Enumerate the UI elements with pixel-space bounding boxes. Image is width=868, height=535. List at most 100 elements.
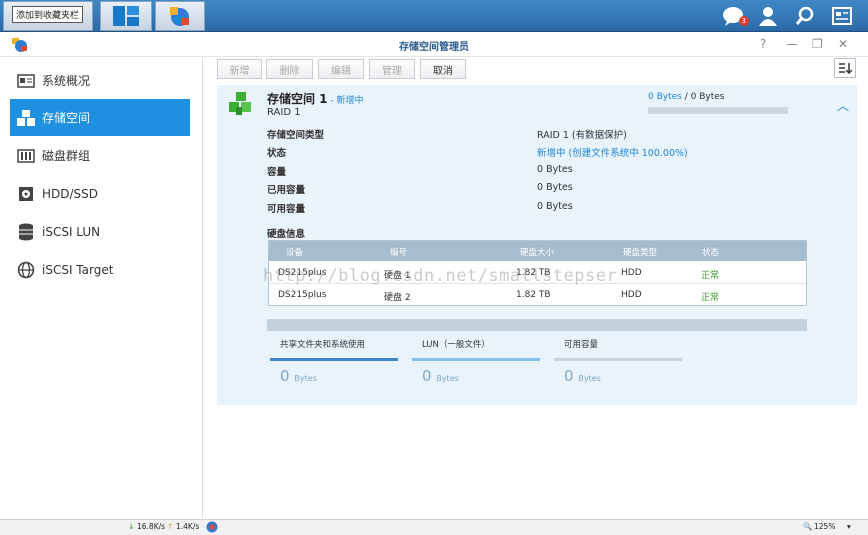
detail-value: 0 Bytes: [537, 182, 573, 193]
browser-statusbar: ↓ 16.8K/s ↑ 1.4K/s 🔍 125% ▾: [0, 519, 868, 535]
cell-device: DS215plus: [278, 290, 327, 300]
zoom-icon: 🔍: [803, 522, 813, 531]
sidebar-item-label: 系统概况: [42, 74, 91, 88]
sidebar-item-label: HDD/SSD: [42, 186, 99, 201]
status-link[interactable]: 新增中 (创建文件系统中 100.00%): [537, 145, 688, 159]
detail-label: 已用容量: [267, 185, 306, 196]
collapse-chevron-icon[interactable]: ︿: [837, 97, 849, 114]
detail-label: 状态: [267, 148, 287, 159]
usage-lun: LUN（一般文件） 0 Bytes: [412, 338, 540, 394]
zoom-level[interactable]: 125%: [814, 522, 835, 531]
column-header: 状态: [702, 248, 720, 258]
volume-name: 存储空间 1: [267, 92, 328, 106]
volume-raid-type: RAID 1: [267, 107, 301, 118]
create-button[interactable]: 新增: [217, 59, 262, 79]
disk-info-title: 硬盘信息: [267, 229, 306, 240]
usage-label: 共享文件夹和系统使用: [280, 340, 366, 350]
favorites-tooltip: 添加到收藏夹栏: [12, 6, 84, 23]
zoom-dropdown-icon[interactable]: ▾: [847, 522, 851, 531]
package-center-icon: [113, 6, 139, 26]
sidebar-item-iscsi-target[interactable]: iSCSI Target: [10, 251, 190, 288]
watermark-text: http://blog.csdn.net/smallstepser: [263, 266, 618, 286]
download-arrow-icon: ↓: [128, 522, 135, 531]
usage-label: LUN（一般文件）: [422, 340, 490, 350]
delete-button[interactable]: 删除: [266, 59, 313, 79]
usage-number: 0: [564, 367, 574, 385]
widgets-icon[interactable]: [830, 4, 854, 28]
usage-color-line: [270, 358, 398, 361]
usage-label: 可用容量: [564, 340, 599, 350]
search-icon[interactable]: [793, 4, 817, 28]
notifications-icon[interactable]: 3: [721, 4, 749, 28]
browser-shield-icon[interactable]: [206, 521, 218, 535]
volume-title: 存储空间 1 - 新增中: [267, 90, 364, 107]
usage-color-line: [554, 358, 682, 361]
capacity-total: 0 Bytes: [690, 92, 725, 102]
taskbar-app-package-center[interactable]: [100, 1, 152, 31]
sidebar-item-overview[interactable]: 系统概况: [10, 62, 190, 99]
minimize-icon[interactable]: —: [786, 37, 798, 51]
taskbar-main-menu-button[interactable]: 添加到收藏夹栏: [3, 1, 93, 31]
upload-speed: 1.4K/s: [176, 522, 200, 531]
upload-arrow-icon: ↑: [167, 522, 174, 531]
sidebar-item-label: iSCSI LUN: [42, 224, 101, 239]
usage-number: 0: [280, 367, 290, 385]
usage-color-line: [412, 358, 540, 361]
detail-value: RAID 1 (有数据保护): [537, 130, 627, 141]
usage-unit: Bytes: [436, 374, 459, 383]
cell-status: 正常: [701, 271, 720, 281]
sidebar-item-hdd-ssd[interactable]: HDD/SSD: [10, 175, 190, 212]
column-header: 硬盘大小: [520, 248, 555, 258]
usage-value: 0 Bytes: [270, 367, 398, 385]
database-icon: [16, 223, 36, 241]
download-speed: 16.8K/s: [137, 522, 166, 531]
edit-button[interactable]: 编辑: [318, 59, 364, 79]
sort-list-icon: [839, 63, 852, 74]
notification-badge: 3: [738, 16, 749, 26]
volume-panel[interactable]: 存储空间 1 - 新增中 RAID 1 0 Bytes / 0 Bytes ︿ …: [217, 85, 857, 405]
cell-type: HDD: [621, 290, 642, 300]
sidebar-item-storage-space[interactable]: 存储空间: [10, 99, 190, 136]
column-header: 设备: [286, 248, 304, 258]
disk-table-header: 设备 编号 硬盘大小 硬盘类型 状态: [269, 241, 806, 261]
sidebar-item-label: 存储空间: [42, 111, 91, 125]
disk-group-icon: [16, 147, 36, 165]
usage-value: 0 Bytes: [412, 367, 540, 385]
usage-unit: Bytes: [578, 374, 601, 383]
help-icon[interactable]: ?: [760, 37, 766, 51]
cell-size: 1.82 TB: [516, 290, 551, 300]
usage-number: 0: [422, 367, 432, 385]
sidebar-item-label: 磁盘群组: [42, 149, 91, 163]
volume-title-separator: -: [327, 96, 337, 106]
cell-number: 硬盘 2: [384, 293, 411, 303]
window-titlebar: 存储空间管理员 ? — ❐ ✕: [0, 33, 868, 57]
usage-unit: Bytes: [294, 374, 317, 383]
cancel-button[interactable]: 取消: [420, 59, 466, 79]
window-title: 存储空间管理员: [399, 42, 469, 53]
sidebar-item-iscsi-lun[interactable]: iSCSI LUN: [10, 213, 190, 250]
volume-cubes-icon: [229, 92, 251, 115]
globe-icon: [16, 261, 36, 279]
user-icon[interactable]: [756, 4, 780, 28]
column-header: 编号: [390, 248, 408, 258]
sidebar-item-disk-group[interactable]: 磁盘群组: [10, 137, 190, 174]
usage-available: 可用容量 0 Bytes: [554, 338, 682, 394]
detail-label: 可用容量: [267, 204, 306, 215]
restore-icon[interactable]: ❐: [812, 37, 823, 51]
capacity-used: 0 Bytes: [648, 92, 682, 102]
usage-shared-folders: 共享文件夹和系统使用 0 Bytes: [270, 338, 398, 394]
detail-value: 0 Bytes: [537, 201, 573, 212]
cell-status: 正常: [701, 293, 720, 303]
sort-button[interactable]: [834, 58, 856, 78]
capacity-bar: [648, 107, 788, 114]
overview-icon: [16, 72, 36, 90]
usage-value: 0 Bytes: [554, 367, 682, 385]
storage-cubes-icon: [16, 109, 36, 127]
sidebar: 系统概况 存储空间 磁盘群组 HDD/SSD iSCSI LUN iSCSI T…: [0, 58, 203, 518]
close-icon[interactable]: ✕: [838, 37, 848, 51]
table-row[interactable]: DS215plus 硬盘 2 1.82 TB HDD 正常: [269, 284, 806, 306]
manage-button[interactable]: 管理: [369, 59, 415, 79]
taskbar-app-storage-manager[interactable]: [155, 1, 205, 31]
volume-capacity-summary: 0 Bytes / 0 Bytes: [648, 92, 724, 102]
detail-label: 存储空间类型: [267, 130, 325, 141]
